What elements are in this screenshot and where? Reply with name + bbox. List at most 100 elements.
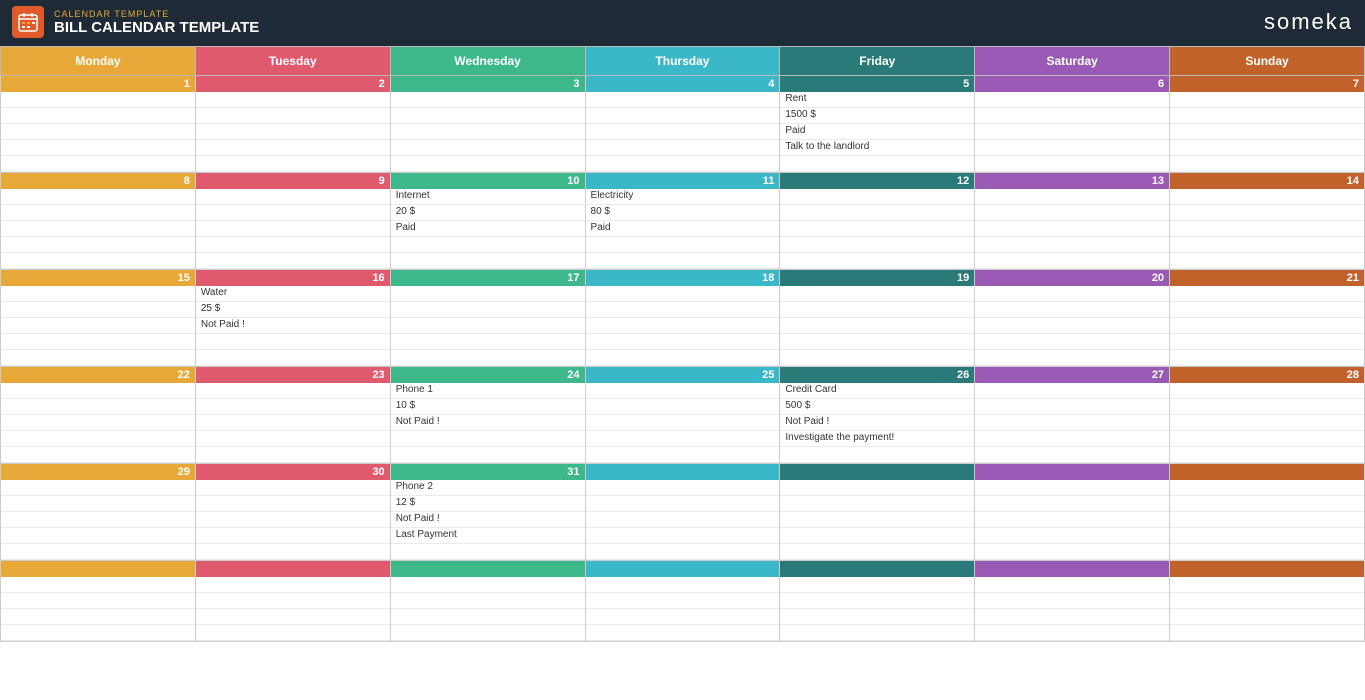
- cell-line: [975, 383, 1169, 399]
- cell-line: [391, 625, 585, 641]
- cell-line: [391, 286, 585, 302]
- cell-line: [196, 124, 390, 140]
- cell-line: [586, 383, 780, 399]
- cell-line: [391, 577, 585, 593]
- cell-line: [1, 544, 195, 560]
- cell-line: [975, 140, 1169, 156]
- date-num-19: 19: [780, 270, 974, 286]
- cell-line: Paid: [391, 221, 585, 237]
- date-num-31: 31: [391, 464, 585, 480]
- cell-line: [196, 496, 390, 512]
- cell-tuesday-week2: 9: [195, 173, 390, 270]
- cell-line: [1170, 512, 1364, 528]
- cell-line: [1170, 237, 1364, 253]
- cell-line: [196, 108, 390, 124]
- cell-saturday-week6: [975, 561, 1170, 642]
- cell-line: [1170, 140, 1364, 156]
- cell-line: [196, 512, 390, 528]
- header-left: CALENDAR TEMPLATE BILL CALENDAR TEMPLATE: [12, 6, 259, 38]
- cell-line: [391, 156, 585, 172]
- cell-line: [1170, 480, 1364, 496]
- cell-line: [391, 92, 585, 108]
- brand-logo: someka: [1264, 9, 1353, 35]
- cell-line: [1170, 156, 1364, 172]
- cell-line: [196, 399, 390, 415]
- cell-line: [1170, 528, 1364, 544]
- cell-line: [586, 350, 780, 366]
- empty-num-bar: [1, 561, 195, 577]
- cell-line: [1170, 383, 1364, 399]
- cell-line: [1, 318, 195, 334]
- cell-line: [391, 334, 585, 350]
- calendar-body: 12345Rent1500 $PaidTalk to the landlord6…: [1, 76, 1365, 642]
- cell-line: [1, 92, 195, 108]
- cell-line: [586, 528, 780, 544]
- day-header-friday: Friday: [780, 47, 975, 76]
- cell-line: [1170, 108, 1364, 124]
- cell-line: [196, 350, 390, 366]
- cell-line: [1, 334, 195, 350]
- cell-line: Not Paid !: [391, 512, 585, 528]
- cell-line: [975, 496, 1169, 512]
- cell-line: Paid: [586, 221, 780, 237]
- cell-line: [586, 609, 780, 625]
- cell-line: [1, 350, 195, 366]
- cell-saturday-week5: [975, 464, 1170, 561]
- date-num-10: 10: [391, 173, 585, 189]
- app-header: CALENDAR TEMPLATE BILL CALENDAR TEMPLATE…: [0, 0, 1365, 46]
- cell-line: Phone 2: [391, 480, 585, 496]
- cell-line: Last Payment: [391, 528, 585, 544]
- header-text: CALENDAR TEMPLATE BILL CALENDAR TEMPLATE: [54, 9, 259, 36]
- cell-wednesday-week1: 3: [390, 76, 585, 173]
- cell-line: [1, 237, 195, 253]
- cell-sunday-week6: [1170, 561, 1365, 642]
- calendar-icon: [12, 6, 44, 38]
- cell-line: [780, 350, 974, 366]
- date-num-1: 1: [1, 76, 195, 92]
- cell-line: [780, 205, 974, 221]
- cell-line: Not Paid !: [196, 318, 390, 334]
- cell-line: [1170, 431, 1364, 447]
- cell-line: [1170, 221, 1364, 237]
- cell-line: [1, 221, 195, 237]
- cell-line: [780, 318, 974, 334]
- cell-line: [196, 577, 390, 593]
- cell-line: [975, 625, 1169, 641]
- cell-line: [586, 334, 780, 350]
- cell-line: [780, 577, 974, 593]
- cell-line: [975, 318, 1169, 334]
- date-num-11: 11: [586, 173, 780, 189]
- cell-line: [780, 593, 974, 609]
- cell-line: [391, 350, 585, 366]
- cell-line: Internet: [391, 189, 585, 205]
- cell-line: [1, 609, 195, 625]
- cell-line: [391, 237, 585, 253]
- cell-line: [780, 480, 974, 496]
- cell-line: [586, 480, 780, 496]
- cell-line: [196, 253, 390, 269]
- cell-line: [586, 124, 780, 140]
- cell-line: [1170, 415, 1364, 431]
- cell-friday-week3: 19: [780, 270, 975, 367]
- cell-line: 20 $: [391, 205, 585, 221]
- cell-friday-week4: 26Credit Card500 $Not Paid !Investigate …: [780, 367, 975, 464]
- header-title: BILL CALENDAR TEMPLATE: [54, 19, 259, 36]
- cell-thursday-week3: 18: [585, 270, 780, 367]
- date-num-7: 7: [1170, 76, 1364, 92]
- date-num-6: 6: [975, 76, 1169, 92]
- cell-line: 1500 $: [780, 108, 974, 124]
- cell-line: [1, 140, 195, 156]
- cell-line: [1170, 124, 1364, 140]
- cell-line: [1, 577, 195, 593]
- cell-line: [975, 544, 1169, 560]
- calendar-table: MondayTuesdayWednesdayThursdayFridaySatu…: [0, 46, 1365, 642]
- cell-line: [780, 156, 974, 172]
- cell-line: [196, 383, 390, 399]
- cell-sunday-week3: 21: [1170, 270, 1365, 367]
- cell-line: [780, 528, 974, 544]
- week-row-6: [1, 561, 1365, 642]
- cell-wednesday-week4: 24Phone 110 $Not Paid !: [390, 367, 585, 464]
- cell-line: [1, 593, 195, 609]
- cell-line: [391, 544, 585, 560]
- date-num-22: 22: [1, 367, 195, 383]
